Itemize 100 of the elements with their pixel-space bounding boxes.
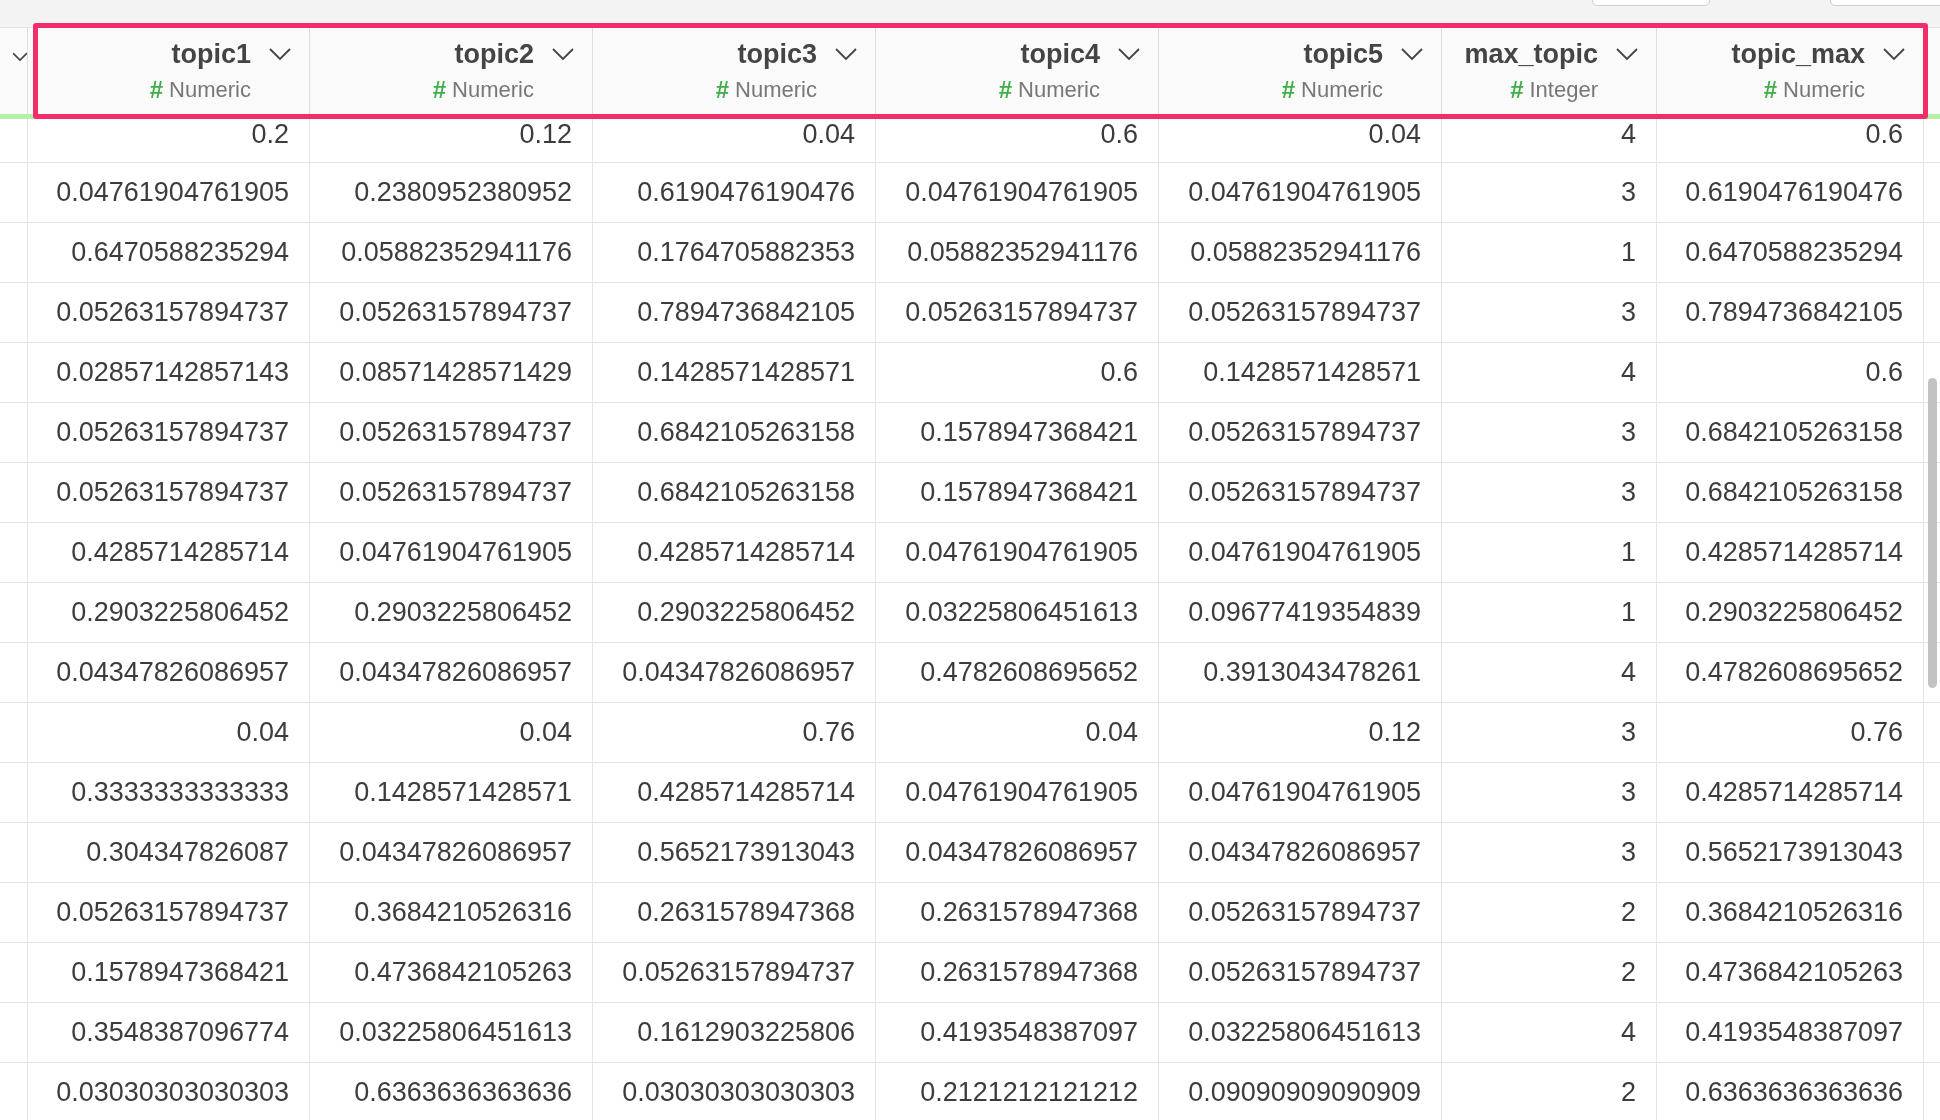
table-cell: 0.04 <box>1368 119 1421 150</box>
table-cell: 0.05263157894737 <box>1188 897 1421 928</box>
table-cell: 0.04 <box>1085 717 1138 748</box>
table-cell: 0.04761904761905 <box>905 537 1138 568</box>
table-cell: 0.1578947368421 <box>920 417 1138 448</box>
table-cell: 0.1428571428571 <box>1203 357 1421 388</box>
type-symbol: # <box>1763 75 1778 104</box>
column-header[interactable]: topic3 # Numeric <box>593 28 876 114</box>
table-cell: 0.6470588235294 <box>1685 237 1903 268</box>
table-cell: 0.76 <box>1850 717 1903 748</box>
table-cell: 0.2 <box>251 119 289 150</box>
column-type: Numeric <box>735 76 817 103</box>
chevron-down-icon[interactable] <box>552 47 574 61</box>
table-cell: 2 <box>1620 957 1636 988</box>
table-cell: 0.1428571428571 <box>637 357 855 388</box>
table-cell: 0.5652173913043 <box>637 837 855 868</box>
chevron-down-icon[interactable] <box>13 52 27 62</box>
table-cell: 0.03225806451613 <box>905 597 1138 628</box>
table-cell: 0.6363636363636 <box>354 1077 572 1108</box>
table-cell: 0.6470588235294 <box>71 237 289 268</box>
chevron-down-icon[interactable] <box>1401 47 1423 61</box>
chevron-down-icon[interactable] <box>269 47 291 61</box>
table-cell: 0.6 <box>1100 119 1138 150</box>
table-cell: 1 <box>1620 537 1636 568</box>
table-cell: 0.05263157894737 <box>905 297 1138 328</box>
table-cell: 3 <box>1620 417 1636 448</box>
table-cell: 4 <box>1620 1017 1636 1048</box>
table-cell: 0.2903225806452 <box>354 597 572 628</box>
chevron-down-icon[interactable] <box>1883 47 1905 61</box>
table-cell: 0.6842105263158 <box>637 417 855 448</box>
column-header[interactable]: topic2 # Numeric <box>310 28 593 114</box>
column-header[interactable]: topic4 # Numeric <box>876 28 1159 114</box>
column-header[interactable]: topic_max # Numeric <box>1657 28 1924 114</box>
type-symbol: # <box>432 75 447 104</box>
table-cell: 0.05263157894737 <box>1188 957 1421 988</box>
column-type: Integer <box>1529 76 1598 103</box>
type-symbol: # <box>149 75 164 104</box>
table-cell: 0.4285714285714 <box>637 537 855 568</box>
table-cell: 0.6363636363636 <box>1685 1077 1903 1108</box>
scrollbar-thumb[interactable] <box>1928 378 1937 688</box>
column-header[interactable]: topic5 # Numeric <box>1159 28 1442 114</box>
table-cell: 0.05882352941176 <box>907 237 1138 268</box>
table-cell: 0.03225806451613 <box>1188 1017 1421 1048</box>
table-cell: 0.2121212121212 <box>920 1077 1138 1108</box>
table-cell: 0.4782608695652 <box>1685 657 1903 688</box>
table-cell: 0.04761904761905 <box>905 177 1138 208</box>
table-cell: 0.1764705882353 <box>637 237 855 268</box>
table-cell: 0.1612903225806 <box>637 1017 855 1048</box>
column-name: topic_max <box>1731 38 1865 70</box>
column-type: Numeric <box>169 76 251 103</box>
table-cell: 0.05263157894737 <box>339 477 572 508</box>
table-cell: 2 <box>1620 1077 1636 1108</box>
table-cell: 0.2631578947368 <box>637 897 855 928</box>
table-cell: 0.12 <box>1368 717 1421 748</box>
table-cell: 0.04761904761905 <box>339 537 572 568</box>
type-symbol: # <box>998 75 1013 104</box>
table-cell: 0.7894736842105 <box>637 297 855 328</box>
table-cell: 0.05263157894737 <box>56 417 289 448</box>
table-cell: 0.4285714285714 <box>1685 537 1903 568</box>
table-cell: 0.04 <box>519 717 572 748</box>
table-cell: 0.05882352941176 <box>1190 237 1421 268</box>
table-cell: 0.4285714285714 <box>637 777 855 808</box>
table-cell: 1 <box>1620 237 1636 268</box>
table-cell: 0.7894736842105 <box>1685 297 1903 328</box>
table-cell: 0.2903225806452 <box>71 597 289 628</box>
table-cell: 3 <box>1620 717 1636 748</box>
table-cell: 0.3684210526316 <box>1685 897 1903 928</box>
table-cell: 0.6190476190476 <box>1685 177 1903 208</box>
type-symbol: # <box>1281 75 1296 104</box>
table-cell: 0.04761904761905 <box>1188 177 1421 208</box>
table-cell: 0.04761904761905 <box>1188 777 1421 808</box>
column-name: topic1 <box>171 38 251 70</box>
table-cell: 0.6842105263158 <box>1685 477 1903 508</box>
table-cell: 0.04347826086957 <box>339 657 572 688</box>
table-cell: 0.4193548387097 <box>1685 1017 1903 1048</box>
table-cell: 0.304347826087 <box>86 837 289 868</box>
chevron-down-icon[interactable] <box>1118 47 1140 61</box>
table-cell: 0.04347826086957 <box>56 657 289 688</box>
table-cell: 0.04761904761905 <box>1188 537 1421 568</box>
table-cell: 0.4193548387097 <box>920 1017 1138 1048</box>
column-type: Numeric <box>1301 76 1383 103</box>
column-type: Numeric <box>1018 76 1100 103</box>
table-cell: 0.6190476190476 <box>637 177 855 208</box>
table-cell: 0.05263157894737 <box>56 297 289 328</box>
table-cell: 0.3548387096774 <box>71 1017 289 1048</box>
table-cell: 3 <box>1620 477 1636 508</box>
table-cell: 0.4782608695652 <box>920 657 1138 688</box>
table-cell: 0.4736842105263 <box>1685 957 1903 988</box>
table-cell: 0.1428571428571 <box>354 777 572 808</box>
column-header[interactable]: max_topic # Integer <box>1442 28 1657 114</box>
column-header[interactable]: topic1 # Numeric <box>28 28 310 114</box>
table-cell: 0.05263157894737 <box>1188 417 1421 448</box>
table-cell: 0.05882352941176 <box>341 237 572 268</box>
table-cell: 0.05263157894737 <box>56 897 289 928</box>
column-name: topic2 <box>454 38 534 70</box>
table-cell: 0.6 <box>1865 357 1903 388</box>
chevron-down-icon[interactable] <box>1616 47 1638 61</box>
table-cell: 3 <box>1620 177 1636 208</box>
chevron-down-icon[interactable] <box>835 47 857 61</box>
table-cell: 0.6842105263158 <box>1685 417 1903 448</box>
